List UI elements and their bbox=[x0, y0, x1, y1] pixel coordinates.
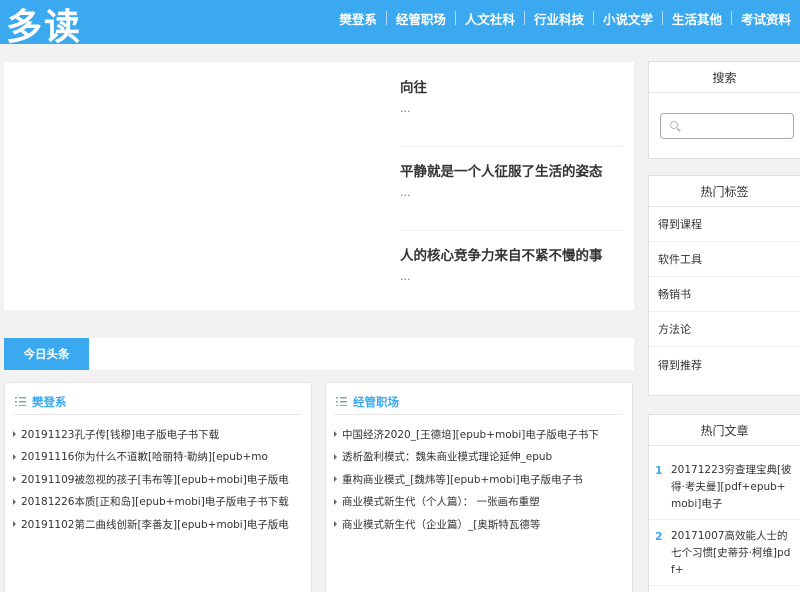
box-header: 经管职场 bbox=[334, 393, 622, 415]
featured-title[interactable]: 向往 bbox=[400, 76, 622, 96]
caret-right-icon bbox=[13, 476, 16, 483]
featured-item[interactable]: 人的核心竞争力来自不紧不慢的事 ... bbox=[400, 244, 622, 329]
tag-item[interactable]: 方法论 bbox=[649, 312, 800, 347]
tag-list: 得到课程 软件工具 畅销书 方法论 得到推荐 bbox=[649, 207, 800, 382]
list-item[interactable]: 商业模式新生代（企业篇）_[奥斯特瓦德等 bbox=[334, 513, 624, 536]
divider bbox=[400, 230, 622, 231]
list-item-text[interactable]: 商业模式新生代（个人篇）： 一张画布重塑 bbox=[342, 494, 540, 509]
list-item[interactable]: 20181226本质[正和岛][epub+mobi]电子版电子书下载 bbox=[13, 491, 303, 514]
caret-right-icon bbox=[13, 431, 16, 438]
featured-summary: ... bbox=[400, 186, 411, 199]
caret-right-icon bbox=[334, 476, 337, 483]
nav-item-business[interactable]: 经管职场 bbox=[387, 9, 455, 28]
sidebar-search-title: 搜索 bbox=[649, 62, 800, 93]
nav-item-tech[interactable]: 行业科技 bbox=[525, 9, 593, 28]
list-item-text[interactable]: 20191116你为什么不道歉[哈丽特·勒纳][epub+mo bbox=[21, 449, 268, 464]
nav-item-life[interactable]: 生活其他 bbox=[663, 9, 731, 28]
article-list: 中国经济2020_[王德培][epub+mobi]电子版电子书下 透析盈利模式：… bbox=[334, 423, 624, 536]
caret-right-icon bbox=[334, 431, 337, 438]
nav-item-fandeng[interactable]: 樊登系 bbox=[330, 9, 386, 28]
rank-number: 1 bbox=[655, 464, 663, 477]
top-header: 多读 樊登系 经管职场 人文社科 行业科技 小说文学 生活其他 考试资料 bbox=[0, 0, 800, 48]
list-icon bbox=[15, 397, 26, 406]
list-item[interactable]: 商业模式新生代（个人篇）： 一张画布重塑 bbox=[334, 491, 624, 514]
sidebar-hot-tags: 热门标签 得到课程 软件工具 畅销书 方法论 得到推荐 bbox=[648, 175, 800, 396]
site-logo[interactable]: 多读 bbox=[6, 0, 82, 50]
featured-summary: ... bbox=[400, 102, 411, 115]
hot-article-link[interactable]: 20171007高效能人士的七个习惯[史蒂芬·柯维]pdf+ bbox=[671, 528, 794, 579]
tag-item[interactable]: 软件工具 bbox=[649, 242, 800, 277]
list-item-text[interactable]: 20191109被忽视的孩子[韦布等][epub+mobi]电子版电 bbox=[21, 472, 289, 487]
article-list: 20191123孔子传[钱穆]电子版电子书下载 20191116你为什么不道歉[… bbox=[13, 423, 303, 536]
box-header: 樊登系 bbox=[13, 393, 301, 415]
list-item[interactable]: 20191109被忽视的孩子[韦布等][epub+mobi]电子版电 bbox=[13, 468, 303, 491]
search-icon bbox=[670, 121, 678, 129]
list-icon bbox=[336, 397, 347, 406]
sidebar-hot-articles: 热门文章 1 20171223穷查理宝典[彼得·考夫曼][pdf+epub+mo… bbox=[648, 414, 800, 592]
tab-today-headlines[interactable]: 今日头条 bbox=[4, 338, 89, 370]
featured-summary: ... bbox=[400, 270, 411, 283]
list-item[interactable]: 中国经济2020_[王德培][epub+mobi]电子版电子书下 bbox=[334, 423, 624, 446]
hot-article-list: 1 20171223穷查理宝典[彼得·考夫曼][pdf+epub+mobi]电子… bbox=[649, 446, 800, 586]
caret-right-icon bbox=[334, 453, 337, 460]
caret-right-icon bbox=[13, 453, 16, 460]
caret-right-icon bbox=[334, 521, 337, 528]
search-input[interactable] bbox=[683, 116, 789, 136]
caret-right-icon bbox=[13, 498, 16, 505]
tag-item[interactable]: 得到课程 bbox=[649, 207, 800, 242]
list-item[interactable]: 透析盈利模式：魏朱商业模式理论延伸_epub bbox=[334, 446, 624, 469]
list-item-text[interactable]: 透析盈利模式：魏朱商业模式理论延伸_epub bbox=[342, 449, 552, 464]
list-item[interactable]: 20191102第二曲线创新[李善友][epub+mobi]电子版电 bbox=[13, 513, 303, 536]
featured-title[interactable]: 人的核心竞争力来自不紧不慢的事 bbox=[400, 244, 622, 264]
featured-item[interactable]: 向往 ... bbox=[400, 76, 622, 161]
featured-title[interactable]: 平静就是一个人征服了生活的姿态 bbox=[400, 160, 622, 180]
list-item-text[interactable]: 20181226本质[正和岛][epub+mobi]电子版电子书下载 bbox=[21, 494, 289, 509]
headline-tab-bar: 今日头条 bbox=[4, 338, 634, 370]
hot-article-item[interactable]: 2 20171007高效能人士的七个习惯[史蒂芬·柯维]pdf+ bbox=[649, 520, 800, 586]
list-item-text[interactable]: 重构商业模式_[魏炜等][epub+mobi]电子版电子书 bbox=[342, 472, 583, 487]
featured-panel: 向往 ... 平静就是一个人征服了生活的姿态 ... 人的核心竞争力来自不紧不慢… bbox=[4, 62, 634, 310]
sidebar-tags-title: 热门标签 bbox=[649, 176, 800, 207]
nav-item-exam[interactable]: 考试资料 bbox=[732, 9, 800, 28]
list-item-text[interactable]: 20191102第二曲线创新[李善友][epub+mobi]电子版电 bbox=[21, 517, 289, 532]
list-item-text[interactable]: 20191123孔子传[钱穆]电子版电子书下载 bbox=[21, 427, 219, 442]
category-box-fandeng: 樊登系 20191123孔子传[钱穆]电子版电子书下载 20191116你为什么… bbox=[4, 382, 312, 592]
divider bbox=[400, 146, 622, 147]
hot-article-item[interactable]: 1 20171223穷查理宝典[彼得·考夫曼][pdf+epub+mobi]电子 bbox=[649, 454, 800, 520]
tag-item[interactable]: 得到推荐 bbox=[649, 347, 800, 382]
box-title[interactable]: 樊登系 bbox=[32, 394, 67, 410]
list-item[interactable]: 20191116你为什么不道歉[哈丽特·勒纳][epub+mo bbox=[13, 446, 303, 469]
list-item[interactable]: 重构商业模式_[魏炜等][epub+mobi]电子版电子书 bbox=[334, 468, 624, 491]
search-box[interactable] bbox=[660, 113, 794, 139]
main-nav: 樊登系 经管职场 人文社科 行业科技 小说文学 生活其他 考试资料 bbox=[330, 0, 800, 36]
nav-item-fiction[interactable]: 小说文学 bbox=[594, 9, 662, 28]
sidebar-search: 搜索 bbox=[648, 61, 800, 159]
category-box-business: 经管职场 中国经济2020_[王德培][epub+mobi]电子版电子书下 透析… bbox=[325, 382, 633, 592]
box-title[interactable]: 经管职场 bbox=[353, 394, 399, 410]
caret-right-icon bbox=[334, 498, 337, 505]
hot-article-link[interactable]: 20171223穷查理宝典[彼得·考夫曼][pdf+epub+mobi]电子 bbox=[671, 462, 794, 513]
sidebar-articles-title: 热门文章 bbox=[649, 415, 800, 446]
nav-item-humanities[interactable]: 人文社科 bbox=[456, 9, 524, 28]
list-item-text[interactable]: 商业模式新生代（企业篇）_[奥斯特瓦德等 bbox=[342, 517, 540, 532]
list-item-text[interactable]: 中国经济2020_[王德培][epub+mobi]电子版电子书下 bbox=[342, 427, 599, 442]
featured-item[interactable]: 平静就是一个人征服了生活的姿态 ... bbox=[400, 160, 622, 245]
rank-number: 2 bbox=[655, 530, 663, 543]
caret-right-icon bbox=[13, 521, 16, 528]
list-item[interactable]: 20191123孔子传[钱穆]电子版电子书下载 bbox=[13, 423, 303, 446]
tag-item[interactable]: 畅销书 bbox=[649, 277, 800, 312]
